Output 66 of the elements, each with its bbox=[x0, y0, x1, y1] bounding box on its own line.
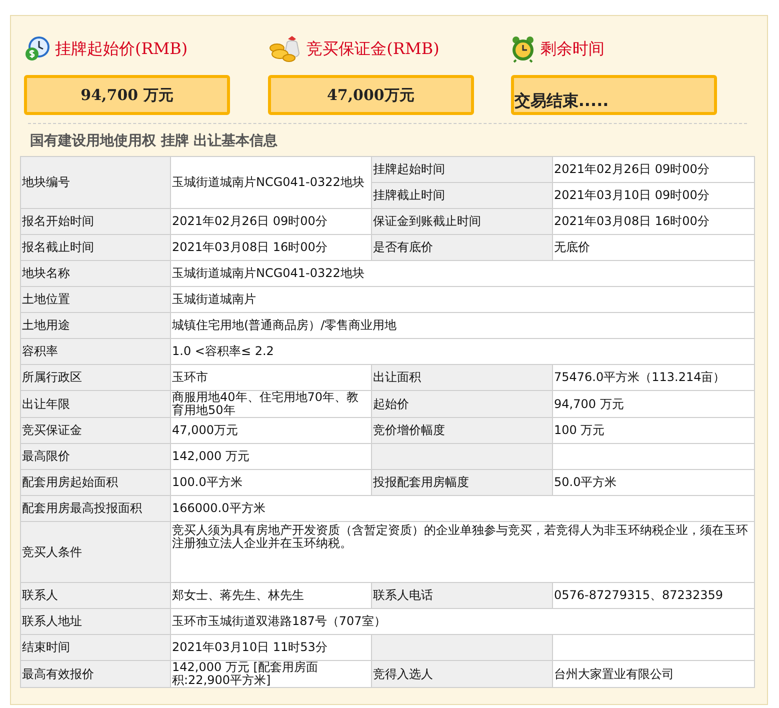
field-value: 竞买人须为具有房地产开发资质（含暂定资质）的企业单独参与竞买，若竞得人为非玉环纳税企业，须在玉环注册独立法人企业并在玉环纳税。 bbox=[170, 522, 754, 582]
field-value: 2021年03月08日 16时00分 bbox=[552, 208, 754, 234]
field-value: 城镇住宅用地(普通商品房）/零售商业用地 bbox=[170, 312, 754, 338]
field-label: 保证金到账截止时间 bbox=[372, 208, 552, 234]
field-label: 联系人地址 bbox=[20, 608, 170, 634]
field-value: 94,700 万元 bbox=[552, 390, 754, 418]
field-label: 挂牌起始时间 bbox=[372, 156, 552, 182]
field-label: 配套用房起始面积 bbox=[20, 470, 170, 496]
field-label: 联系人 bbox=[20, 582, 170, 608]
field-value: 0576-87279315、87232359 bbox=[552, 582, 754, 608]
coins-icon bbox=[268, 35, 302, 63]
field-value: 50.0平方米 bbox=[552, 470, 754, 496]
field-label: 最高限价 bbox=[20, 444, 170, 470]
field-label: 出让面积 bbox=[372, 364, 552, 390]
field-value: 166000.0平方米 bbox=[170, 496, 754, 522]
field-value: 玉环市 bbox=[170, 364, 372, 390]
summary-title: 剩余时间 bbox=[540, 38, 604, 60]
field-value: 郑女士、蒋先生、林先生 bbox=[170, 582, 372, 608]
field-value: 台州大家置业有限公司 bbox=[552, 660, 754, 688]
field-label: 联系人电话 bbox=[372, 582, 552, 608]
field-label: 挂牌截止时间 bbox=[372, 182, 552, 208]
field-value: 玉环市玉城街道双港路187号（707室） bbox=[170, 608, 754, 634]
field-value: 2021年02月26日 09时00分 bbox=[552, 156, 754, 182]
field-label: 土地用途 bbox=[20, 312, 170, 338]
field-label: 报名开始时间 bbox=[20, 208, 170, 234]
field-label: 地块名称 bbox=[20, 260, 170, 286]
field-label: 容积率 bbox=[20, 338, 170, 364]
field-label: 报名截止时间 bbox=[20, 234, 170, 260]
field-label: 起始价 bbox=[372, 390, 552, 418]
field-value: 1.0 <容积率≤ 2.2 bbox=[170, 338, 754, 364]
field-value: 2021年03月08日 16时00分 bbox=[170, 234, 372, 260]
field-label: 结束时间 bbox=[20, 634, 170, 660]
field-label: 竞价增价幅度 bbox=[372, 418, 552, 444]
field-label: 出让年限 bbox=[20, 390, 170, 418]
field-value: 2021年03月10日 11时53分 bbox=[170, 634, 372, 660]
field-label: 配套用房最高投报面积 bbox=[20, 496, 170, 522]
field-value: 142,000 万元 bbox=[170, 444, 372, 470]
field-label: 竞买人条件 bbox=[20, 522, 170, 582]
field-label: 投报配套用房幅度 bbox=[372, 470, 552, 496]
field-label: 土地位置 bbox=[20, 286, 170, 312]
field-value: 玉城街道城南片 bbox=[170, 286, 754, 312]
summary-value: 94,700 万元 bbox=[24, 75, 230, 115]
summary-value: 47,000万元 bbox=[268, 75, 474, 115]
field-value: 商服用地40年、住宅用地70年、教育用地50年 bbox=[170, 390, 372, 418]
field-value: 无底价 bbox=[552, 234, 754, 260]
field-value: 2021年03月10日 09时00分 bbox=[552, 182, 754, 208]
summary-value: 交易结束..... bbox=[511, 75, 718, 115]
field-value: 100.0平方米 bbox=[170, 470, 372, 496]
field-label: 竞买保证金 bbox=[20, 418, 170, 444]
alarm-clock-icon bbox=[511, 35, 536, 63]
field-value: 玉城街道城南片NCG041-0322地块 bbox=[170, 156, 372, 208]
field-value: 75476.0平方米（113.214亩） bbox=[552, 364, 754, 390]
field-value: 142,000 万元 [配套用房面积:22,900平方米] bbox=[170, 660, 372, 688]
summary-title: 挂牌起始价(RMB) bbox=[55, 38, 188, 60]
dollar-clock-icon bbox=[24, 36, 50, 62]
field-label: 是否有底价 bbox=[372, 234, 552, 260]
field-label: 最高有效报价 bbox=[20, 660, 170, 688]
field-label: 地块编号 bbox=[20, 156, 170, 208]
section-title: 国有建设用地使用权 挂牌 出让基本信息 bbox=[29, 132, 278, 151]
field-value: 2021年02月26日 09时00分 bbox=[170, 208, 372, 234]
field-label: 竞得入选人 bbox=[372, 660, 552, 688]
summary-title: 竞买保证金(RMB) bbox=[306, 38, 440, 60]
field-label: 所属行政区 bbox=[20, 364, 170, 390]
field-value: 47,000万元 bbox=[170, 418, 372, 444]
field-value: 100 万元 bbox=[552, 418, 754, 444]
field-value: 玉城街道城南片NCG041-0322地块 bbox=[170, 260, 754, 286]
